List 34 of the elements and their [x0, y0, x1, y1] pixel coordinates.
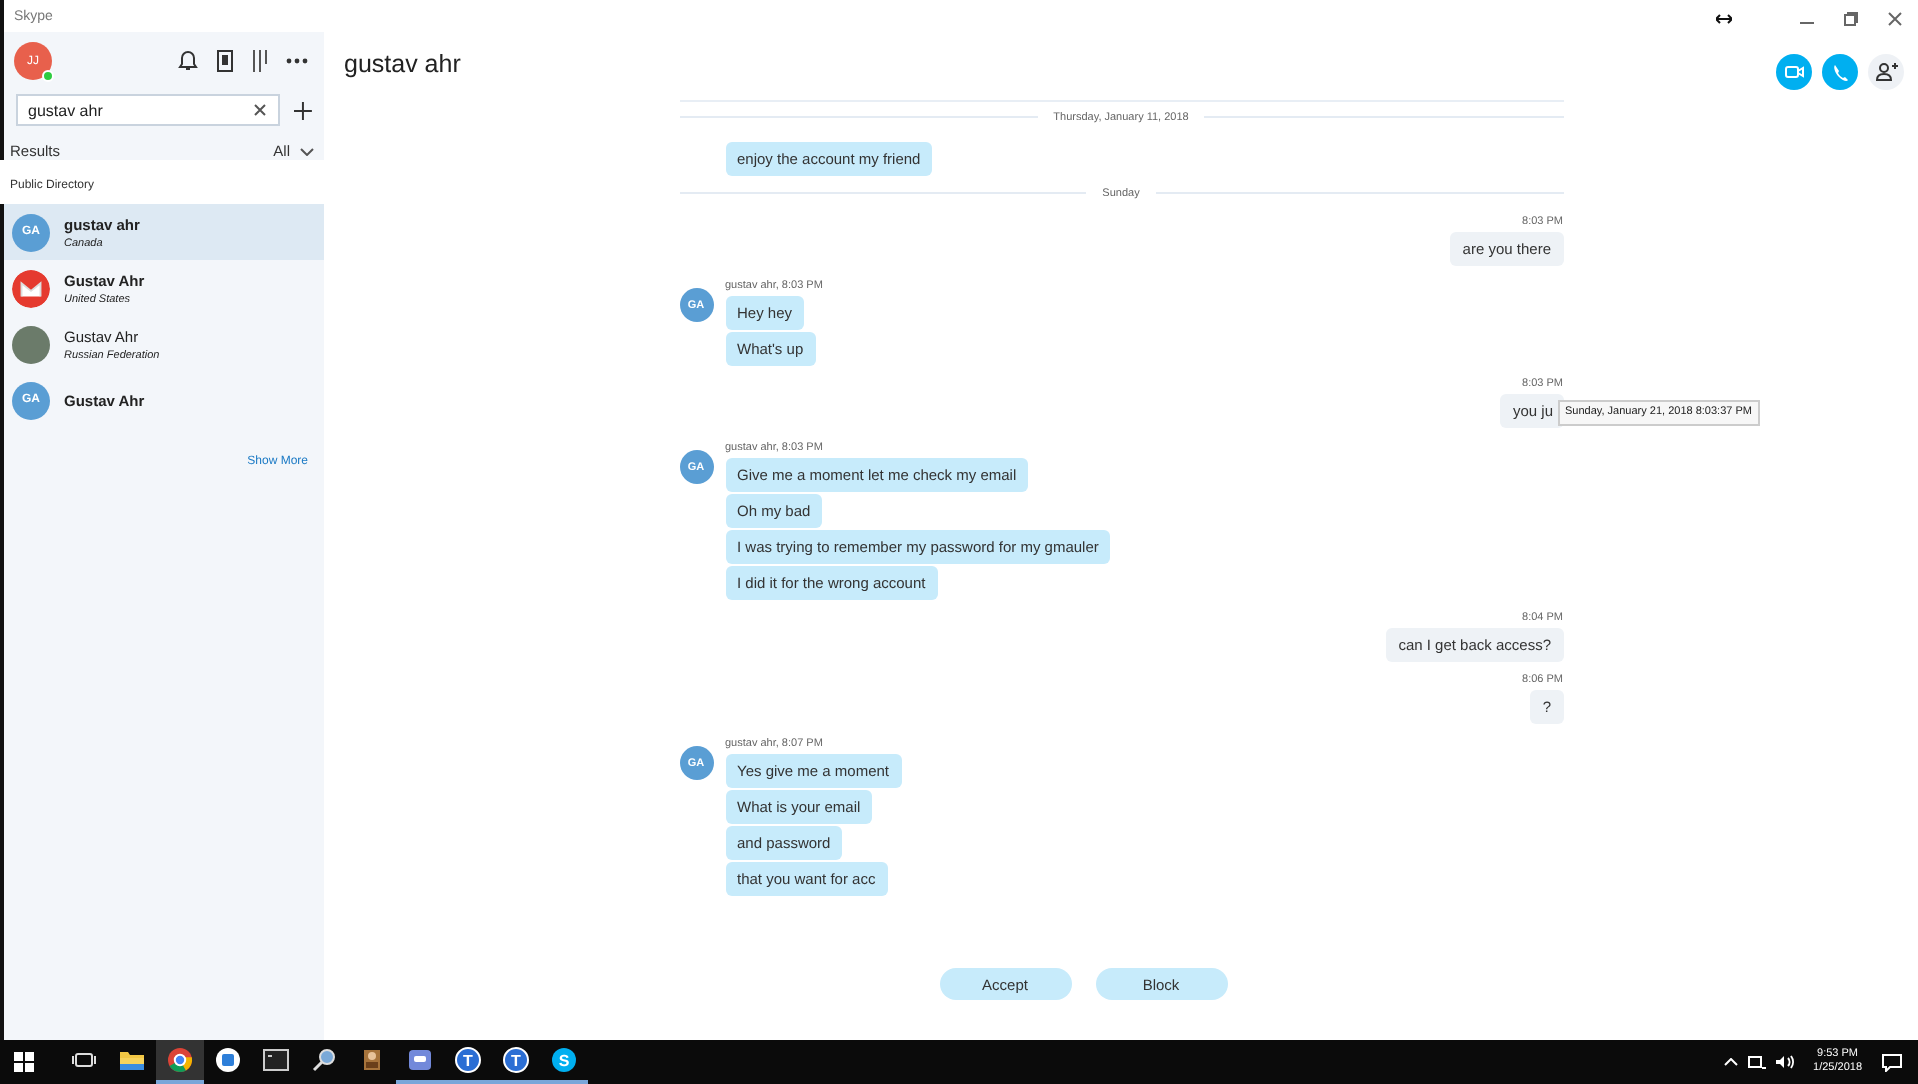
restore-icon[interactable]	[1844, 11, 1858, 25]
contacts-book-icon[interactable]	[216, 50, 234, 72]
skype-icon: S	[550, 1046, 578, 1074]
letter-app-icon: T	[502, 1046, 530, 1074]
chevron-up-icon[interactable]	[1723, 1058, 1738, 1066]
search-field[interactable]: gustav ahr	[16, 94, 281, 126]
browser-icon	[166, 1046, 194, 1074]
taskbar-button[interactable]: T	[444, 1040, 492, 1084]
letter-app-icon: T	[454, 1046, 482, 1074]
search-value: gustav ahr	[28, 101, 103, 119]
windows-start-icon[interactable]	[14, 1052, 34, 1072]
chevron-down-icon	[300, 147, 314, 155]
app-icon	[214, 1046, 242, 1074]
volume-icon[interactable]	[1775, 1054, 1794, 1070]
game-character-icon	[358, 1046, 386, 1074]
logo-avatar-icon	[12, 269, 50, 307]
taskbar-button[interactable]: T	[492, 1040, 540, 1084]
resize-arrows-icon	[1716, 13, 1732, 23]
add-person-icon[interactable]	[1868, 54, 1904, 90]
taskbar-button[interactable]	[156, 1040, 204, 1084]
magnifier-icon	[310, 1046, 338, 1074]
more-icon[interactable]	[286, 58, 308, 64]
bell-icon[interactable]	[178, 50, 198, 72]
folder-icon	[118, 1046, 146, 1074]
clear-icon[interactable]	[254, 104, 267, 116]
terminal-icon	[262, 1046, 290, 1074]
conversation-title: gustav ahr	[344, 50, 461, 78]
dial-pad-icon[interactable]	[252, 50, 268, 72]
notification-icon[interactable]	[1882, 1053, 1902, 1071]
network-icon[interactable]	[1747, 1055, 1766, 1069]
close-icon[interactable]	[1888, 11, 1902, 25]
photo-placeholder	[12, 325, 50, 363]
plus-icon[interactable]	[294, 101, 312, 119]
chat-app-icon	[406, 1046, 434, 1074]
